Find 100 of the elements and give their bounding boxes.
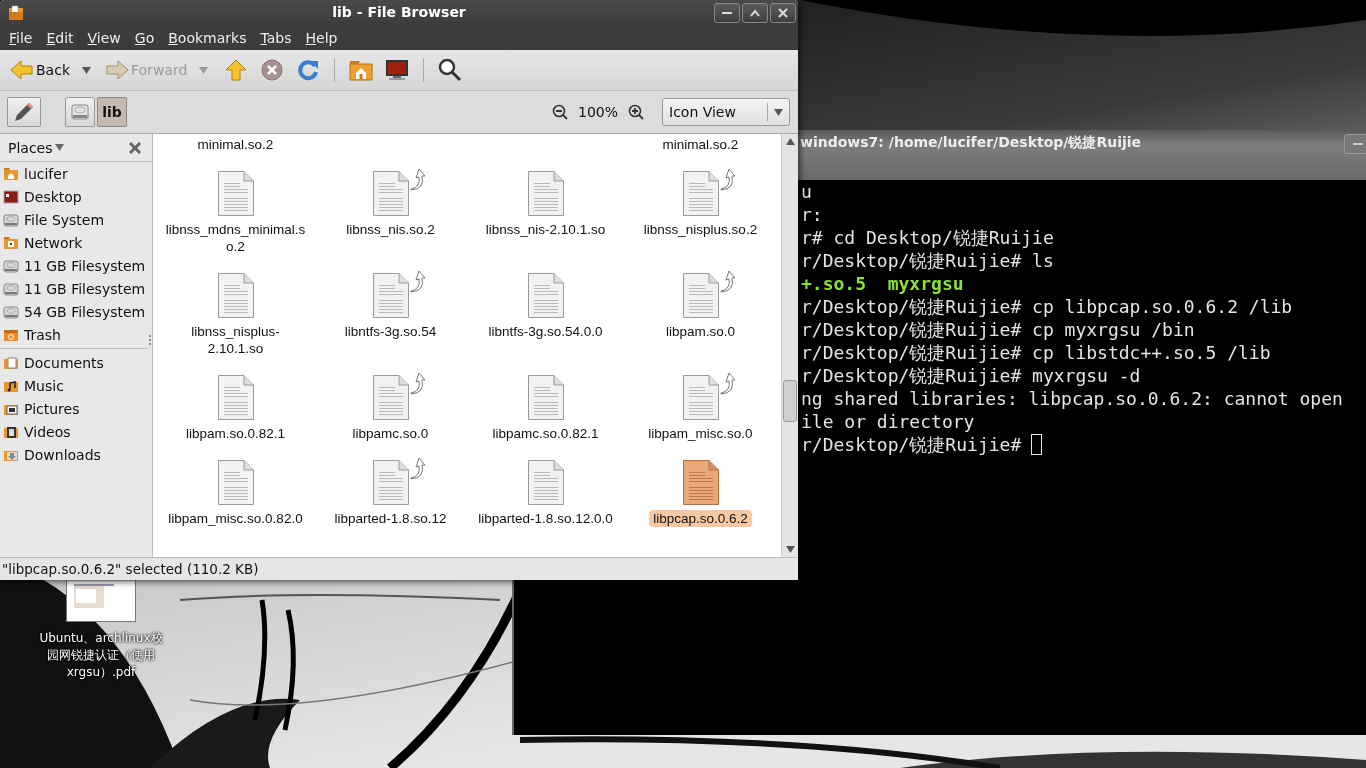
sidebar-item[interactable]: Network xyxy=(0,231,152,254)
up-arrow-icon xyxy=(224,58,249,82)
terminal-line: ile or directory xyxy=(801,410,975,433)
zoom-level: 100% xyxy=(577,104,618,120)
caret-icon xyxy=(774,108,783,116)
terminal-line: u xyxy=(801,180,812,203)
drive-icon xyxy=(70,102,90,122)
sidebar-item[interactable]: Downloads xyxy=(0,443,152,466)
window-title: windows7: /home/lucifer/Desktop/锐捷Ruijie xyxy=(800,134,1142,152)
file-name[interactable]: libnss_nisplus-2.10.1.so xyxy=(161,323,310,357)
sidebar-item[interactable]: 11 GB Filesystem xyxy=(0,277,152,300)
file-name[interactable]: libparted-1.8.so.12.0.0 xyxy=(474,510,617,527)
menu-item[interactable]: Help xyxy=(298,30,345,46)
file-name[interactable]: libparted-1.8.so.12 xyxy=(330,510,451,527)
back-button[interactable]: Back xyxy=(8,54,72,86)
minimize-button[interactable] xyxy=(714,3,740,23)
caret-icon xyxy=(82,66,91,74)
folder-icon xyxy=(8,5,24,21)
path-button[interactable] xyxy=(65,97,95,127)
caret-icon xyxy=(199,66,209,74)
scroll-up-icon xyxy=(785,138,795,145)
back-arrow-icon xyxy=(10,58,34,82)
sidebar-item[interactable]: Pictures xyxy=(0,397,152,420)
menu-item[interactable]: View xyxy=(80,30,128,46)
terminal-line: r/Desktop/锐捷Ruijie# ls xyxy=(801,249,1054,272)
file-name[interactable]: libntfs-3g.so.54.0.0 xyxy=(484,323,607,340)
sidebar-item[interactable]: Documents xyxy=(0,351,152,374)
sidebar-item[interactable]: 11 GB Filesystem xyxy=(0,254,152,277)
scroll-down-icon xyxy=(785,546,795,553)
terminal-line: r/Desktop/锐捷Ruijie# cp myxrgsu /bin xyxy=(801,318,1195,341)
sidebar-item[interactable]: 54 GB Filesystem xyxy=(0,300,152,323)
scrollbar-thumb[interactable] xyxy=(783,380,797,422)
link-arrow-icon xyxy=(410,372,425,395)
link-arrow-icon xyxy=(410,270,425,293)
zoom-in-icon xyxy=(628,104,644,120)
drive-icon xyxy=(3,280,19,297)
desktop-icon xyxy=(3,188,19,205)
sidebar-item[interactable]: Trash xyxy=(0,323,152,346)
file-name[interactable]: libpamc.so.0 xyxy=(348,425,433,442)
close-sidebar-button[interactable] xyxy=(128,140,142,155)
terminal-line: r/Desktop/锐捷Ruijie# cp libstdc++.so.5 /lib xyxy=(801,341,1271,364)
terminal-line: r: xyxy=(801,203,823,226)
search-icon xyxy=(438,58,463,82)
maximize-button[interactable] xyxy=(742,3,768,23)
forward-arrow-icon xyxy=(105,58,129,82)
sidebar-item[interactable]: Desktop xyxy=(0,185,152,208)
computer-icon xyxy=(385,58,410,82)
places-dropdown[interactable]: Places xyxy=(8,139,64,156)
file-name[interactable]: libpam.so.0.82.1 xyxy=(181,425,290,442)
file-name[interactable]: libnss_nisplus.so.2 xyxy=(639,221,762,238)
terminal-line: r/Desktop/锐捷Ruijie# xyxy=(801,433,1022,456)
file-name[interactable]: libpam_misc.so.0 xyxy=(644,425,757,442)
home-folder-icon xyxy=(349,58,374,82)
file-name[interactable]: libntfs-3g.so.54 xyxy=(340,323,441,340)
terminal-line: r/Desktop/锐捷Ruijie# myxrgsu -d xyxy=(801,364,1141,387)
edit-location-button[interactable] xyxy=(7,97,41,127)
status-text: "libpcap.so.0.6.2" selected (110.2 KB) xyxy=(2,561,259,577)
zoom-in-button[interactable] xyxy=(628,104,644,120)
terminal-line: r# cd Desktop/锐捷Ruijie xyxy=(801,226,1054,249)
file-name[interactable]: libnss_nis.so.2 xyxy=(342,221,439,238)
menu-item[interactable]: File xyxy=(2,30,40,46)
terminal-line: ng shared libraries: libpcap.so.0.6.2: cannot open xyxy=(801,387,1343,410)
file-name[interactable]: libpam.so.0 xyxy=(661,323,739,340)
documents-folder-icon xyxy=(3,354,19,371)
sidebar-item[interactable]: lucifer xyxy=(0,162,152,185)
link-arrow-icon xyxy=(720,372,735,395)
drive-icon xyxy=(3,211,19,228)
sidebar-item[interactable]: Videos xyxy=(0,420,152,443)
document-thumbnail[interactable] xyxy=(66,580,136,622)
file-name[interactable]: libpamc.so.0.82.1 xyxy=(488,425,603,442)
pencil-icon xyxy=(12,100,36,124)
file-listing: +.so.5 myxrgsu xyxy=(801,272,964,295)
menu-item[interactable]: Bookmarks xyxy=(161,30,254,46)
zoom-out-button[interactable] xyxy=(551,104,568,120)
sidebar-item[interactable]: File System xyxy=(0,208,152,231)
menu-item[interactable]: Tabs xyxy=(253,30,299,46)
file-name[interactable]: libpam_misc.so.0.82.0 xyxy=(164,510,307,527)
link-arrow-icon xyxy=(410,457,425,480)
menu-item[interactable]: Go xyxy=(127,30,162,46)
file-name[interactable]: libpcap.so.0.6.2 xyxy=(649,510,752,527)
drive-icon xyxy=(3,257,19,274)
minimize-icon xyxy=(722,12,732,14)
menu-item[interactable]: Edit xyxy=(39,30,81,46)
close-icon xyxy=(128,140,142,155)
path-button[interactable]: lib xyxy=(97,97,127,127)
sidebar-item[interactable]: Music xyxy=(0,374,152,397)
close-button[interactable] xyxy=(770,3,796,23)
file-name[interactable]: minimal.so.2 xyxy=(658,136,743,153)
view-mode-dropdown[interactable]: Icon View xyxy=(662,98,790,126)
zoom-out-icon xyxy=(551,104,568,120)
link-arrow-icon xyxy=(720,168,735,191)
scrollbar[interactable] xyxy=(781,134,798,557)
link-arrow-icon xyxy=(410,168,425,191)
link-arrow-icon xyxy=(720,270,735,293)
file-name[interactable]: libnss_mdns_minimal.so.2 xyxy=(161,221,310,255)
file-name[interactable]: libnss_nis-2.10.1.so xyxy=(481,221,610,238)
resize-grip-icon xyxy=(148,334,152,346)
reload-icon xyxy=(296,58,321,82)
home-folder-icon xyxy=(3,165,19,182)
file-name[interactable]: minimal.so.2 xyxy=(193,136,278,153)
